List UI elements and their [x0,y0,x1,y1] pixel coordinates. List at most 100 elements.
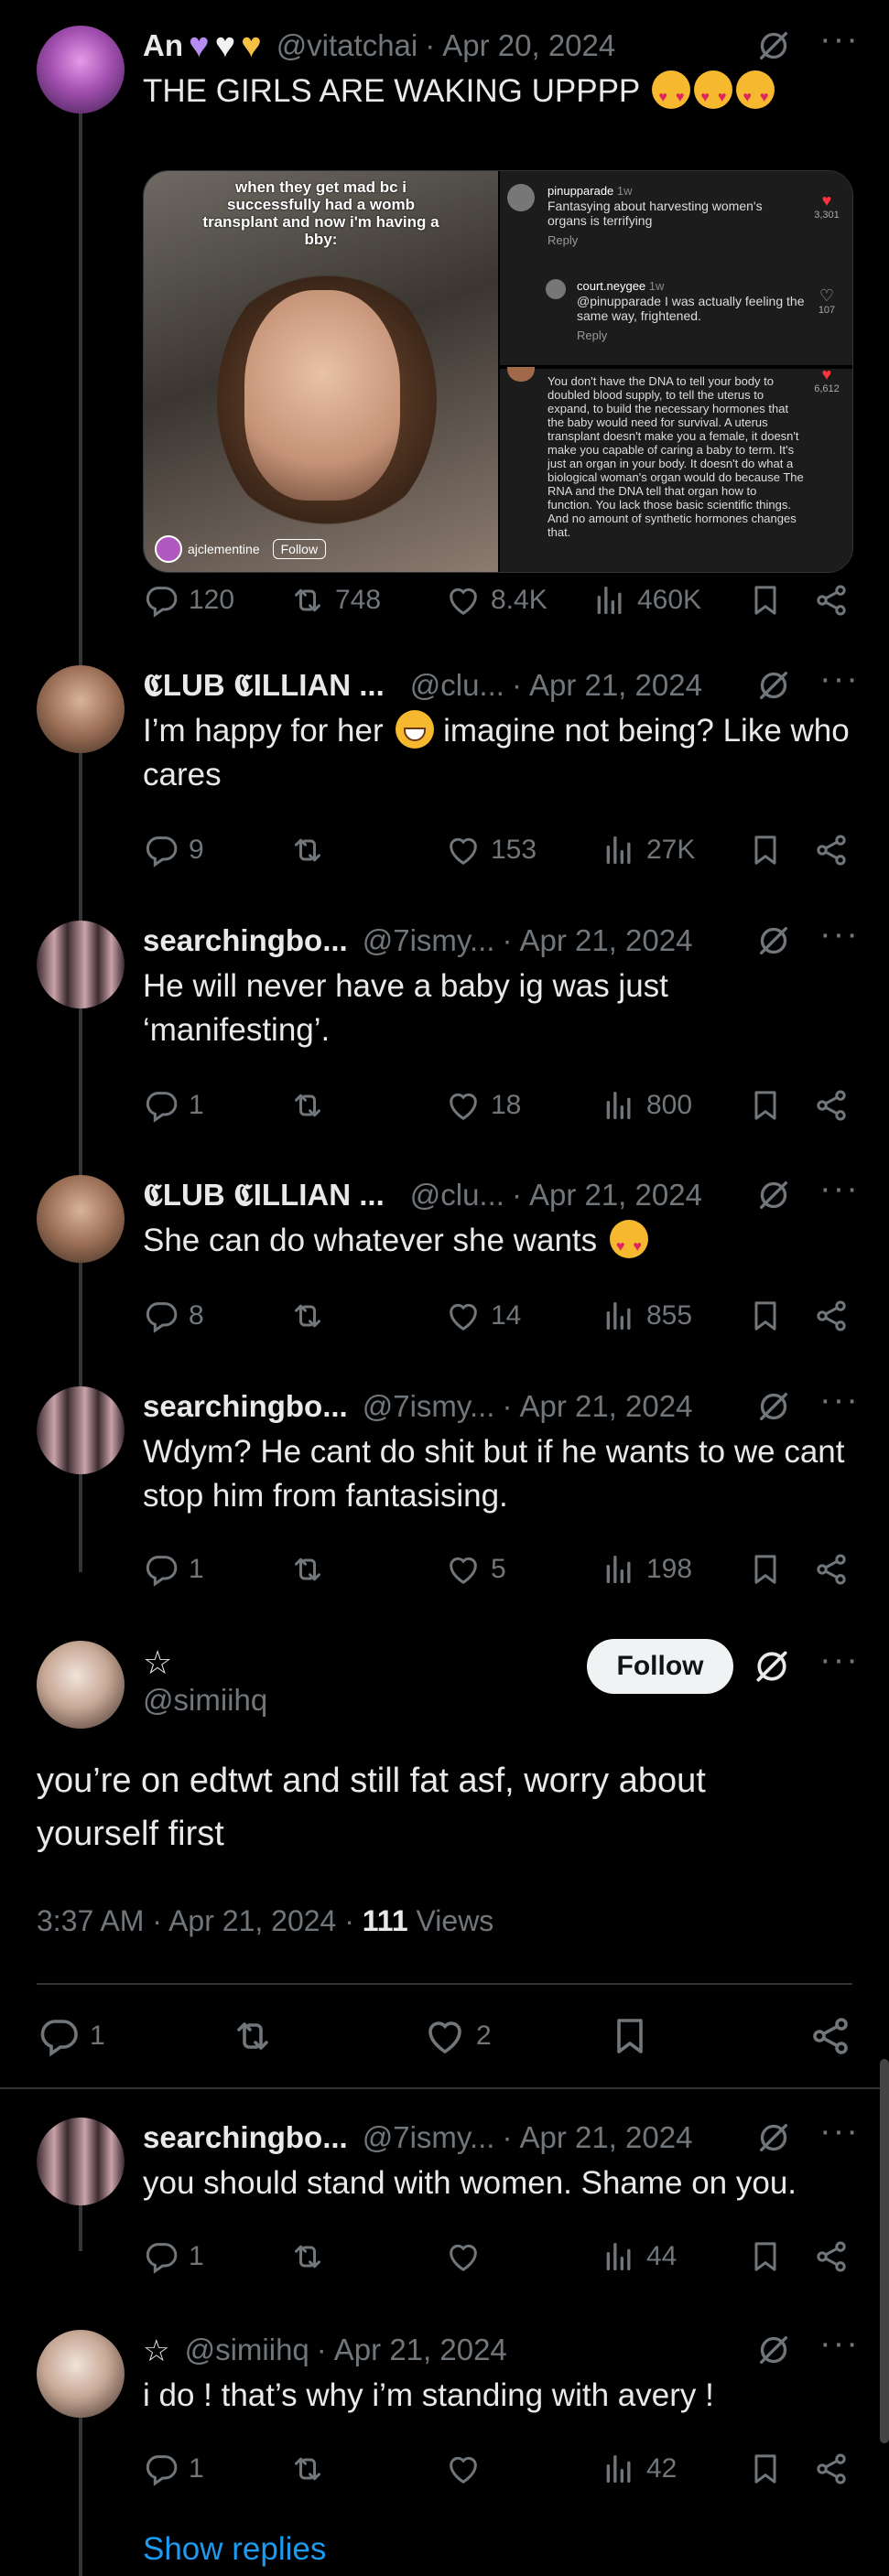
reply-button[interactable]: 1 [37,2014,105,2058]
grok-icon[interactable] [755,1388,792,1425]
handle[interactable]: @clu... [410,668,504,703]
display-name[interactable]: searchingbo... [143,2120,348,2155]
handle[interactable]: @vitatchai [276,28,418,63]
retweet-button[interactable] [289,1551,335,1588]
tweet-time[interactable]: 3:37 AM [37,1904,144,1937]
bookmark-button[interactable] [747,582,784,619]
tweet[interactable]: searchingbo... @7ismy... · Apr 21, 2024 … [0,2114,889,2301]
bookmark-button[interactable] [608,2014,652,2058]
views-button[interactable]: 44 [601,2238,677,2275]
grok-icon[interactable] [755,1177,792,1213]
like-button[interactable] [445,2238,491,2275]
handle[interactable]: @7ismy... [363,2120,495,2155]
avatar[interactable] [37,665,125,753]
avatar[interactable] [37,2118,125,2205]
reply-button[interactable]: 120 [143,582,234,619]
follow-button[interactable]: Follow [587,1639,733,1694]
share-button[interactable] [813,1551,850,1588]
avatar[interactable] [37,1386,125,1474]
reply-button[interactable]: 8 [143,1298,204,1334]
share-button[interactable] [813,2451,850,2487]
display-name[interactable]: ☆ [143,2333,170,2368]
display-name[interactable]: 𝕮LUB 𝕮ILLIAN ... [143,668,385,704]
views-button[interactable]: 855 [601,1298,692,1334]
bookmark-button[interactable] [747,1298,784,1334]
retweet-button[interactable] [289,1087,335,1124]
more-options-icon[interactable]: ··· [819,1383,858,1425]
focused-display-name[interactable]: ☆ [143,1641,172,1685]
share-button[interactable] [813,582,850,619]
tweet[interactable]: An ♥ ♥ ♥ @vitatchai · Apr 20, 2024 ··· T… [0,22,889,630]
grok-icon[interactable] [755,2119,792,2156]
grok-icon[interactable] [752,1646,792,1687]
share-button[interactable] [813,2238,850,2275]
like-button[interactable]: 2 [423,2014,492,2058]
reply-button[interactable]: 1 [143,2451,204,2487]
tweet-date[interactable]: Apr 21, 2024 [168,1904,336,1937]
retweet-button[interactable] [231,2014,284,2058]
like-button[interactable]: 14 [445,1298,521,1334]
bookmark-button[interactable] [747,832,784,868]
tweet[interactable]: searchingbo... @7ismy... · Apr 21, 2024 … [0,917,889,1131]
tweet[interactable]: searchingbo... @7ismy... · Apr 21, 2024 … [0,1383,889,1597]
retweet-button[interactable] [289,1298,335,1334]
more-options-icon[interactable]: ··· [819,1171,858,1213]
like-button[interactable]: 153 [445,832,537,868]
views-button[interactable]: 198 [601,1551,692,1588]
display-name[interactable]: 𝕮LUB 𝕮ILLIAN ... [143,1178,385,1213]
views-button[interactable]: 800 [601,1087,692,1124]
more-options-icon[interactable]: ··· [819,22,858,64]
avatar[interactable] [37,26,125,113]
like-button[interactable] [445,2451,491,2487]
tweet[interactable]: 𝕮LUB 𝕮ILLIAN ... @clu... · Apr 21, 2024 … [0,662,889,876]
retweet-button[interactable] [289,2451,335,2487]
views-button[interactable]: 42 [601,2451,677,2487]
avatar[interactable] [37,1175,125,1263]
grok-icon[interactable] [755,27,792,64]
grok-icon[interactable] [755,2332,792,2368]
views-button[interactable]: 460K [591,582,701,619]
grok-icon[interactable] [755,667,792,704]
retweet-button[interactable] [289,832,335,868]
avatar[interactable] [37,2330,125,2418]
more-options-icon[interactable]: ··· [819,662,858,704]
retweet-button[interactable]: 748 [289,582,381,619]
timestamp[interactable]: Apr 20, 2024 [442,28,615,63]
more-options-icon[interactable]: ··· [819,2326,858,2368]
retweet-button[interactable] [289,2238,335,2275]
like-button[interactable]: 18 [445,1087,521,1124]
timestamp[interactable]: Apr 21, 2024 [529,668,702,703]
reply-button[interactable]: 9 [143,832,204,868]
video-frame[interactable]: when they get mad bc i successfully had … [144,171,498,572]
avatar[interactable] [37,1641,125,1729]
display-name[interactable]: searchingbo... [143,1389,348,1424]
reply-button[interactable]: 1 [143,1087,204,1124]
timestamp[interactable]: Apr 21, 2024 [334,2333,507,2367]
tweet[interactable]: 𝕮LUB 𝕮ILLIAN ... @clu... · Apr 21, 2024 … [0,1171,889,1340]
handle[interactable]: @clu... [410,1178,504,1213]
bookmark-button[interactable] [747,2451,784,2487]
focused-handle[interactable]: @simiihq [143,1683,267,1718]
share-button[interactable] [813,1298,850,1334]
views-button[interactable]: 27K [601,832,695,868]
display-name[interactable]: An [143,28,183,63]
share-button[interactable] [813,1087,850,1124]
timestamp[interactable]: Apr 21, 2024 [519,923,692,958]
reply-button[interactable]: 1 [143,1551,204,1588]
timestamp[interactable]: Apr 21, 2024 [519,2120,692,2155]
like-button[interactable]: 5 [445,1551,506,1588]
tweet-media[interactable]: when they get mad bc i successfully had … [143,170,853,573]
grok-icon[interactable] [755,922,792,959]
share-button[interactable] [813,832,850,868]
share-button[interactable] [808,2014,852,2058]
timestamp[interactable]: Apr 21, 2024 [529,1178,702,1213]
bookmark-button[interactable] [747,2238,784,2275]
bookmark-button[interactable] [747,1087,784,1124]
avatar[interactable] [37,921,125,1008]
scrollbar[interactable] [880,2059,889,2443]
handle[interactable]: @7ismy... [363,1389,495,1424]
timestamp[interactable]: Apr 21, 2024 [519,1389,692,1424]
more-options-icon[interactable]: ··· [819,2114,858,2156]
more-options-icon[interactable]: ··· [819,917,858,959]
show-replies-link[interactable]: Show replies [143,2531,326,2568]
